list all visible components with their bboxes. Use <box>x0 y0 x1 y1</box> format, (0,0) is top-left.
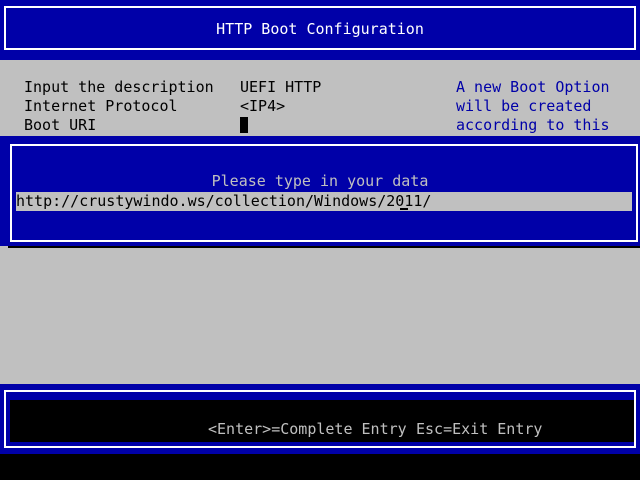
help-text-line: A new Boot Option <box>456 78 610 96</box>
internet-protocol-label: Internet Protocol <box>24 97 178 115</box>
description-label: Input the description <box>24 78 214 96</box>
esc-key-hint: Esc=Exit Entry <box>416 420 543 438</box>
text-cursor <box>240 117 248 133</box>
boot-uri-label: Boot URI <box>24 116 97 134</box>
internet-protocol-value[interactable]: <IP4> <box>240 97 285 116</box>
enter-key-hint: <Enter>=Complete Entry <box>208 420 407 438</box>
boot-uri-input[interactable]: http://crustywindo.ws/collection/Windows… <box>16 192 632 211</box>
boot-uri-input-value[interactable]: http://crustywindo.ws/collection/Windows… <box>16 192 431 211</box>
help-text-line: according to this <box>456 116 610 134</box>
description-value[interactable]: UEFI HTTP <box>240 78 321 97</box>
page-title: HTTP Boot Configuration <box>216 20 424 38</box>
input-cursor <box>400 208 408 210</box>
footer-bar <box>0 384 640 454</box>
input-dialog <box>0 136 640 246</box>
help-text-line: will be created <box>456 97 592 115</box>
input-prompt: Please type in your data <box>211 172 429 190</box>
